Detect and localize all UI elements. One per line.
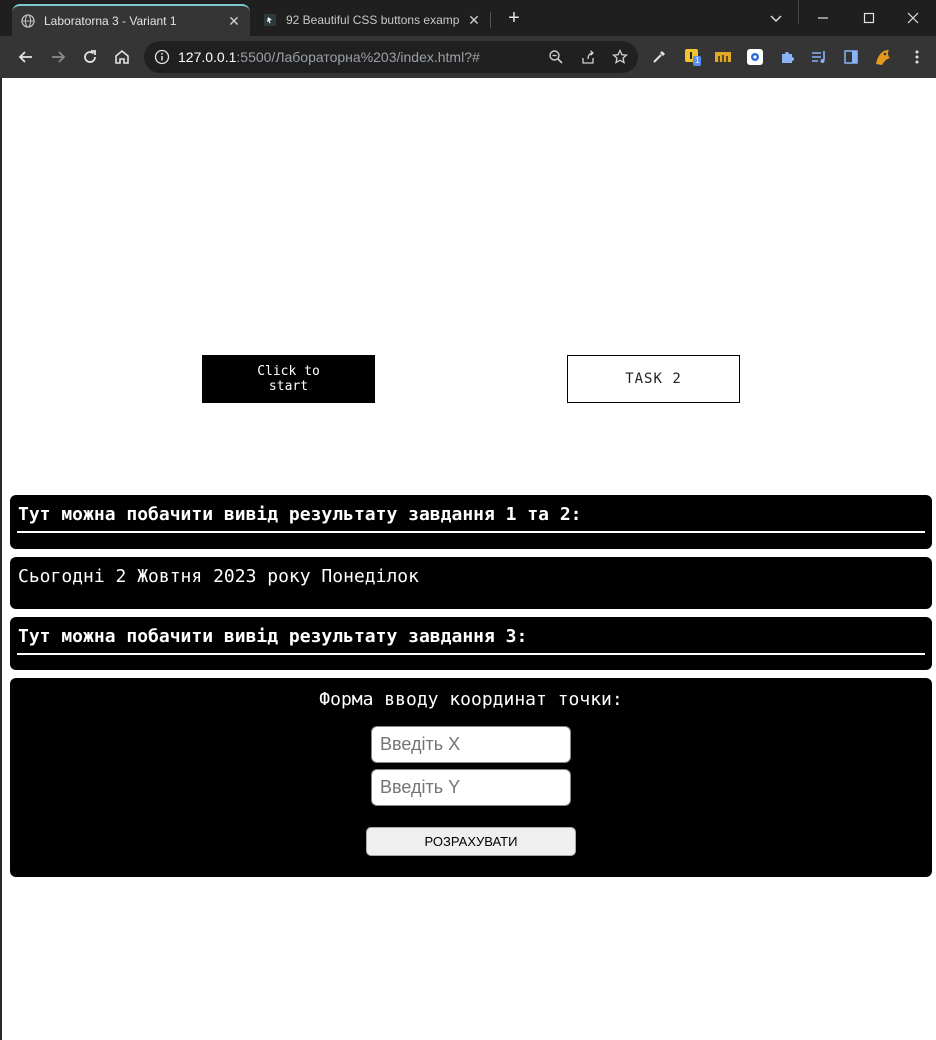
reload-icon[interactable] bbox=[77, 44, 103, 70]
close-window-icon[interactable] bbox=[890, 0, 936, 36]
new-tab-button[interactable]: + bbox=[502, 6, 526, 30]
back-arrow-icon[interactable] bbox=[13, 44, 39, 70]
eyedropper-icon[interactable] bbox=[648, 46, 670, 68]
url-text: 127.0.0.1:5500/Лабораторна%203/index.htm… bbox=[178, 49, 480, 65]
result-3-panel: Тут можна побачити вивід результату завд… bbox=[10, 617, 932, 670]
extension-badge-count: 1 bbox=[693, 56, 702, 66]
browser-toolbar: 127.0.0.1:5500/Лабораторна%203/index.htm… bbox=[0, 36, 936, 78]
result-1-2-heading: Тут можна побачити вивід результату завд… bbox=[18, 504, 582, 525]
tab-strip: Laboratorna 3 - Variant 1 ✕ 92 Beautiful… bbox=[0, 0, 936, 36]
ruler-extension-icon[interactable] bbox=[712, 46, 734, 68]
tab-title: 92 Beautiful CSS buttons examp bbox=[286, 13, 460, 27]
site-info-icon[interactable] bbox=[152, 47, 172, 67]
zoom-icon[interactable] bbox=[546, 47, 566, 67]
share-icon[interactable] bbox=[578, 47, 598, 67]
home-icon[interactable] bbox=[109, 44, 135, 70]
start-button-label: Click to start bbox=[257, 364, 320, 394]
maximize-icon[interactable] bbox=[846, 0, 892, 36]
url-host: 127.0.0.1 bbox=[178, 49, 237, 65]
tab-divider bbox=[490, 12, 491, 28]
forward-arrow-icon[interactable] bbox=[45, 44, 71, 70]
tab-title: Laboratorna 3 - Variant 1 bbox=[44, 14, 177, 28]
date-output: Сьогодні 2 Жовтня 2023 року Понеділок bbox=[18, 566, 419, 587]
tab-css-buttons[interactable]: 92 Beautiful CSS buttons examp ✕ bbox=[254, 4, 490, 36]
extension-badge-icon[interactable]: 1 bbox=[682, 46, 704, 68]
globe-icon bbox=[20, 13, 36, 29]
task2-button[interactable]: TASK 2 bbox=[567, 355, 740, 403]
tab-laboratorna[interactable]: Laboratorna 3 - Variant 1 ✕ bbox=[12, 4, 250, 36]
codepen-favicon-icon bbox=[262, 12, 278, 28]
form-title: Форма вводу координат точки: bbox=[319, 689, 623, 710]
divider bbox=[17, 653, 925, 655]
tab-search-chevron-icon[interactable] bbox=[753, 0, 799, 36]
close-tab-icon[interactable]: ✕ bbox=[226, 13, 242, 30]
close-tab-icon[interactable]: ✕ bbox=[466, 12, 482, 29]
divider bbox=[17, 531, 925, 533]
bookmark-star-icon[interactable] bbox=[610, 47, 630, 67]
address-bar[interactable]: 127.0.0.1:5500/Лабораторна%203/index.htm… bbox=[144, 41, 638, 73]
window-controls-divider bbox=[798, 0, 799, 24]
url-path: :5500/Лабораторна%203/index.html?# bbox=[236, 49, 480, 65]
minimize-icon[interactable] bbox=[800, 0, 846, 36]
coordinates-form: Форма вводу координат точки: РОЗРАХУВАТИ bbox=[10, 678, 932, 877]
start-button[interactable]: Click to start bbox=[202, 355, 375, 403]
date-output-panel: Сьогодні 2 Жовтня 2023 року Понеділок bbox=[10, 557, 932, 609]
result-3-heading: Тут можна побачити вивід результату завд… bbox=[18, 626, 528, 647]
extensions-puzzle-icon[interactable] bbox=[776, 46, 798, 68]
side-panel-icon[interactable] bbox=[840, 46, 862, 68]
x-input[interactable] bbox=[371, 726, 571, 763]
media-control-icon[interactable] bbox=[808, 46, 830, 68]
colorzilla-extension-icon[interactable] bbox=[744, 46, 766, 68]
browser-menu-icon[interactable] bbox=[906, 46, 928, 68]
result-1-2-panel: Тут можна побачити вивід результату завд… bbox=[10, 495, 932, 549]
calculate-button[interactable]: РОЗРАХУВАТИ bbox=[366, 827, 576, 856]
y-input[interactable] bbox=[371, 769, 571, 806]
profile-avatar-icon[interactable] bbox=[872, 46, 894, 68]
